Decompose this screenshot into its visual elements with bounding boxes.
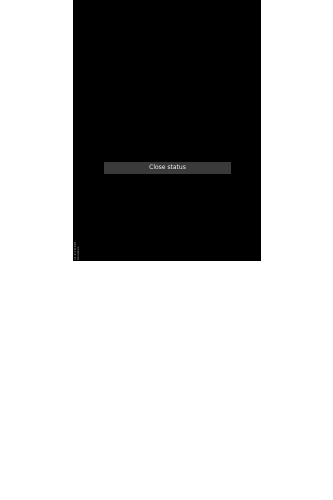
side-strip <box>73 0 77 261</box>
blacklist-spacer <box>103 89 237 93</box>
install-line: Version information from CMS: <box>103 135 158 140</box>
screenshot-interval: Screen Shot Request Interval: <box>103 8 157 13</box>
cms-line: Last XMR Heartbeat: 01/07/2019 11:15:31 <box>103 46 180 51</box>
version-side-label: v1.8.3 R108 · Windows <box>73 239 80 260</box>
schedule-line: Invalid Layouts: <box>103 76 132 81</box>
status-panel: Memory Limit: 1884 MB Memory Allocation:… <box>103 0 237 140</box>
log-line: [2019-07-01 11:14:01] XMR command outsid… <box>103 118 209 123</box>
close-status-button[interactable]: Close status <box>104 162 231 174</box>
